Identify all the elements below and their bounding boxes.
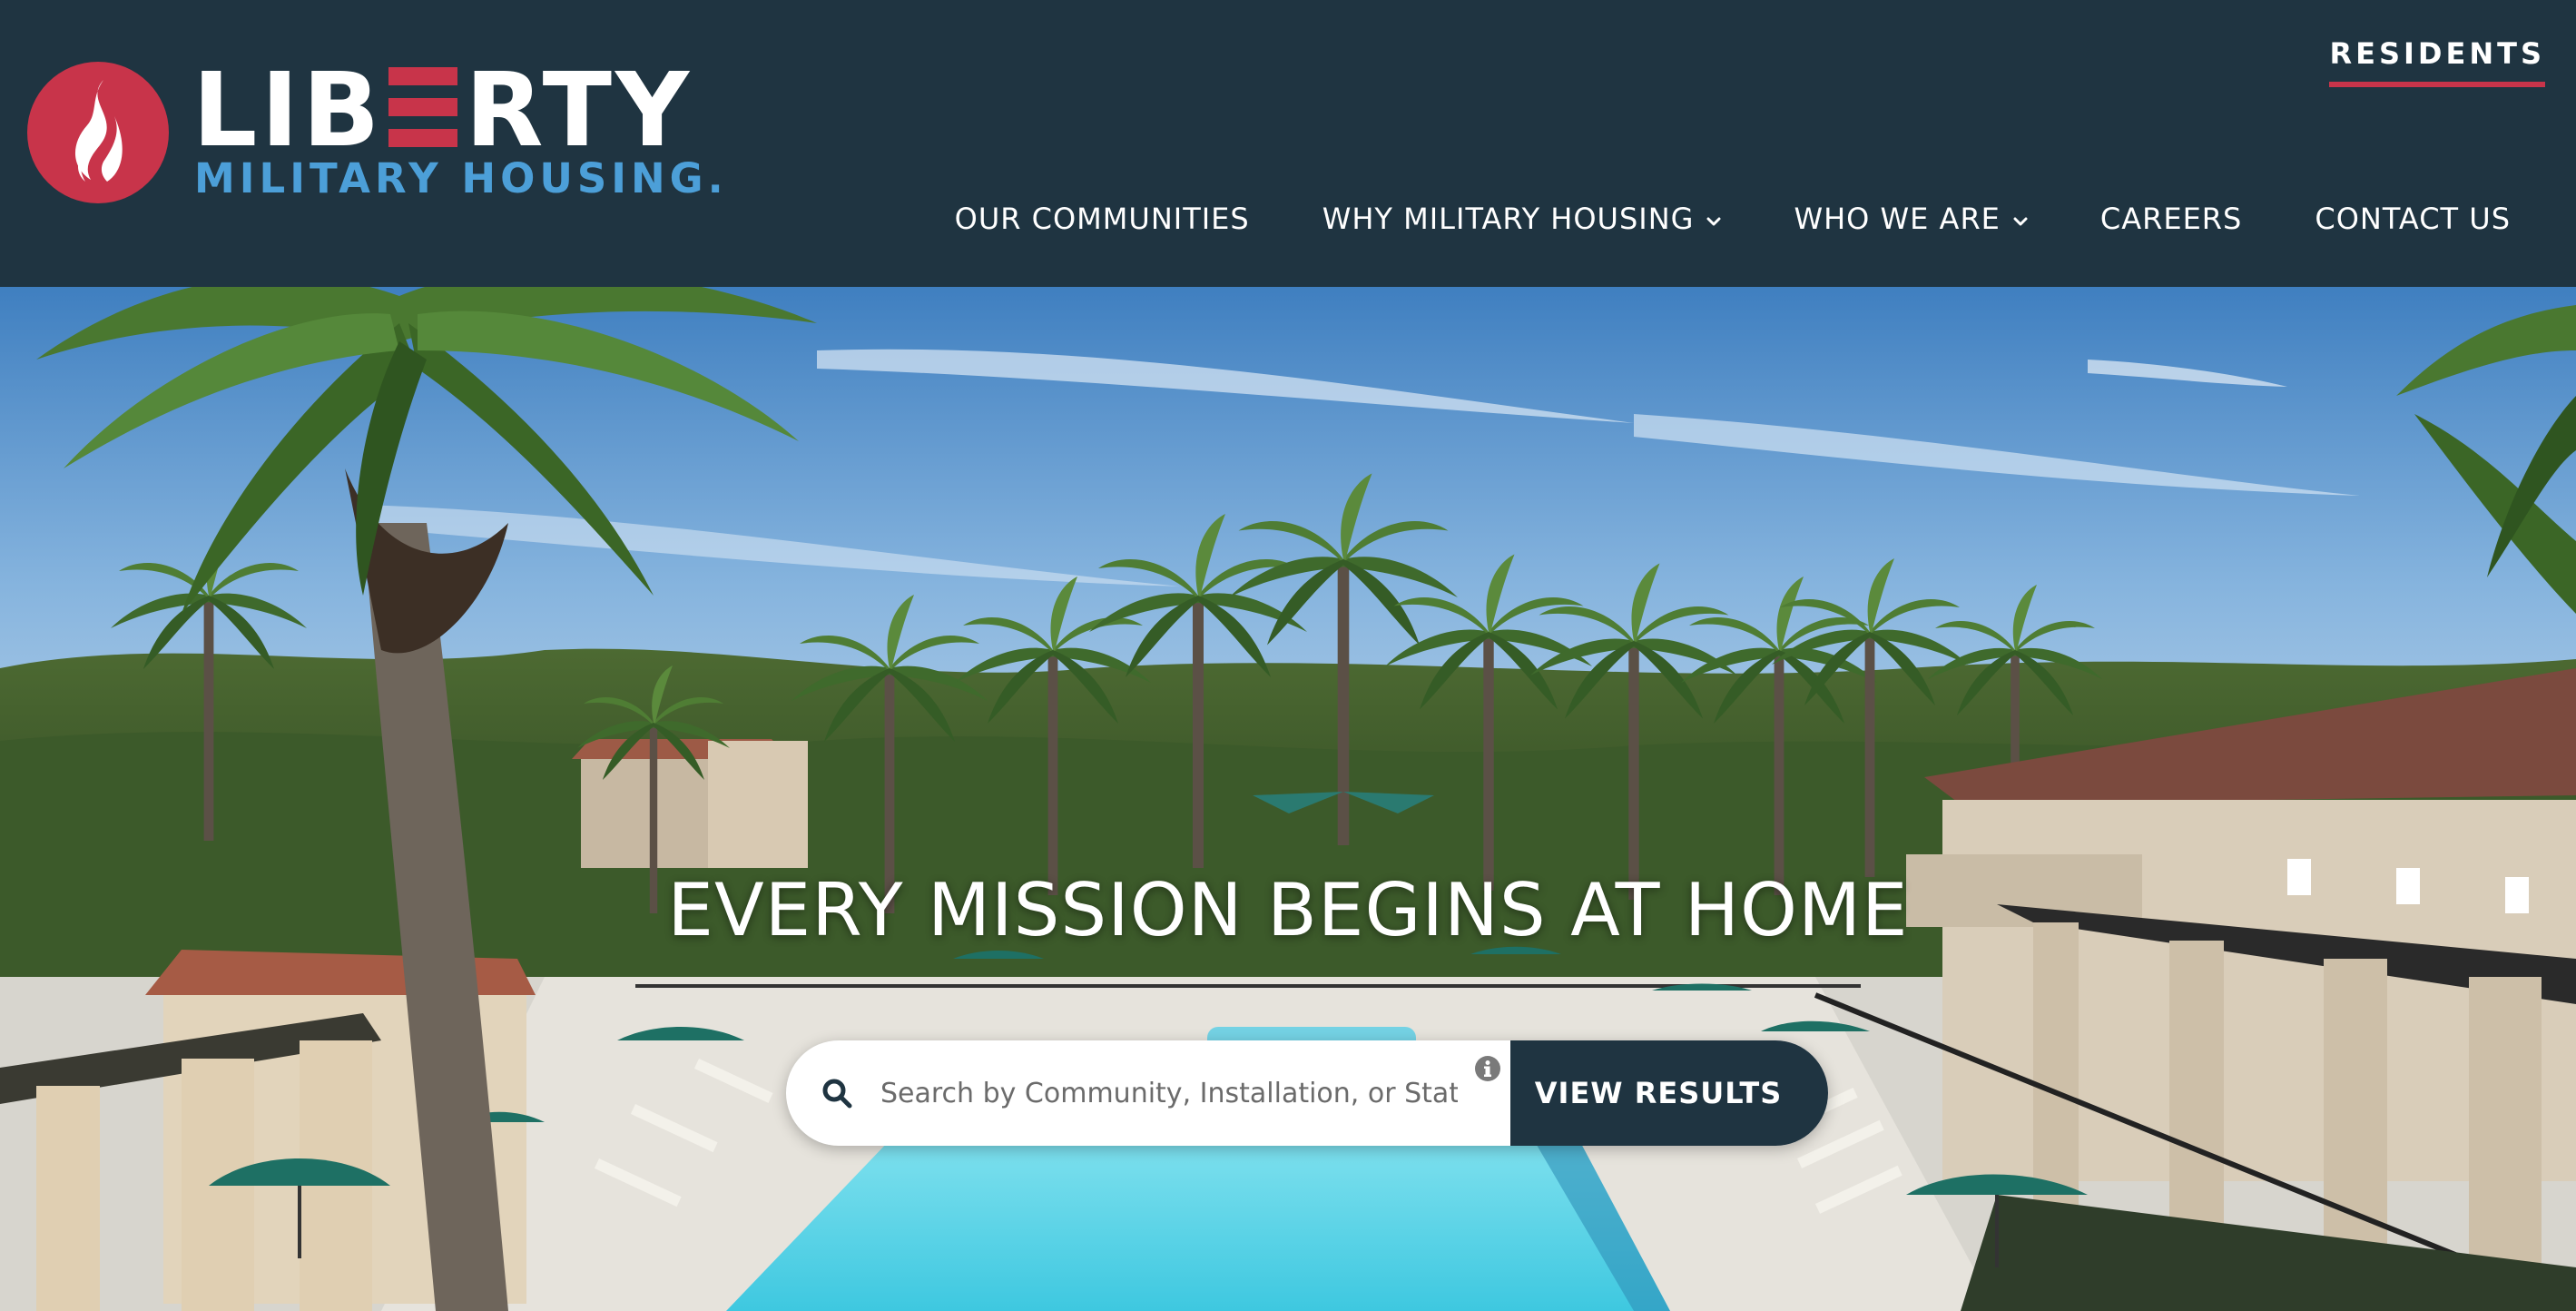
hero-headline: EVERY MISSION BEGINS AT HOME xyxy=(667,868,1909,952)
flame-logo-icon xyxy=(27,62,169,203)
community-search-form: VIEW RESULTS xyxy=(786,1040,1828,1146)
nav-label: WHO WE ARE xyxy=(1794,202,2001,236)
nav-label: WHY MILITARY HOUSING xyxy=(1322,202,1695,236)
hero-background-image xyxy=(0,287,2576,1311)
nav-our-communities[interactable]: OUR COMMUNITIES xyxy=(955,202,1250,236)
logo-subtitle: MILITARY HOUSING. xyxy=(194,154,728,202)
search-input[interactable] xyxy=(879,1066,1460,1120)
nav-label: OUR COMMUNITIES xyxy=(954,202,1250,236)
search-field xyxy=(786,1040,1510,1146)
chevron-down-icon xyxy=(2013,217,2028,226)
logo-subtitle-text: MILITARY HOUSING xyxy=(194,154,708,202)
chevron-down-icon xyxy=(1706,217,1721,226)
nav-contact-us[interactable]: CONTACT US xyxy=(2315,202,2511,236)
site-header: LIB RTY MILITARY HOUSING. RESIDENTS OUR C… xyxy=(0,0,2576,287)
logo-word-prefix: LIB xyxy=(192,52,384,170)
main-nav: OUR COMMUNITIES WHY MILITARY HOUSING WHO… xyxy=(955,202,2511,236)
logo-subtitle-dot: . xyxy=(707,154,728,202)
nav-who-we-are[interactable]: WHO WE ARE xyxy=(1794,202,2028,236)
nav-why-military-housing[interactable]: WHY MILITARY HOUSING xyxy=(1322,202,1722,236)
nav-careers[interactable]: CAREERS xyxy=(2100,202,2242,236)
info-icon[interactable] xyxy=(1474,1055,1501,1082)
logo-link[interactable]: LIB RTY MILITARY HOUSING. xyxy=(27,60,723,205)
residents-link[interactable]: RESIDENTS xyxy=(2329,36,2545,87)
hero-section: EVERY MISSION BEGINS AT HOME VIEW RESULT… xyxy=(0,287,2576,1311)
logo-e-bars-icon xyxy=(388,67,458,147)
nav-label: CONTACT US xyxy=(2315,202,2511,236)
logo-wordmark: LIB RTY xyxy=(192,60,693,162)
nav-label: CAREERS xyxy=(2099,202,2243,236)
logo-word-suffix: RTY xyxy=(465,52,693,170)
view-results-button[interactable]: VIEW RESULTS xyxy=(1510,1040,1828,1146)
search-icon xyxy=(822,1079,852,1109)
